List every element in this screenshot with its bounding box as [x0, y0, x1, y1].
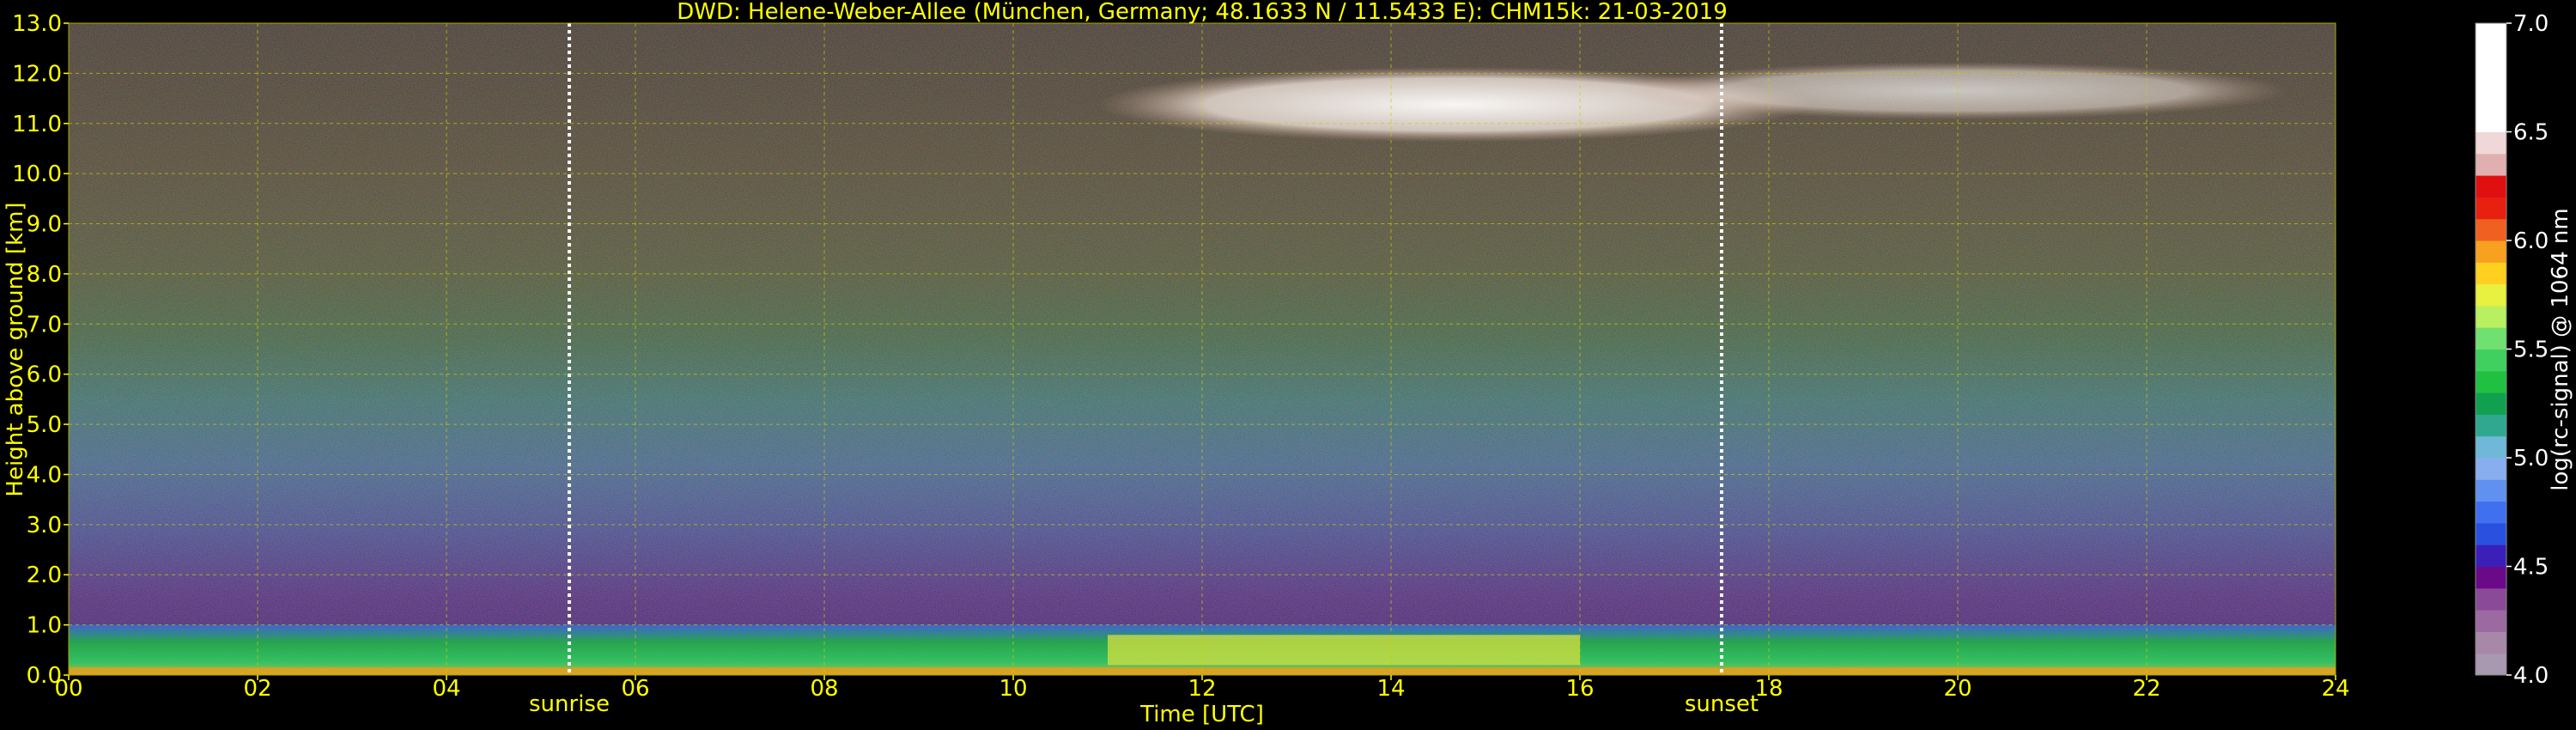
colorbar-segment — [2476, 544, 2506, 567]
y-tick-label: 3.0 — [27, 513, 62, 538]
x-tick-label: 10 — [999, 676, 1027, 702]
x-tick-label: 06 — [621, 676, 649, 702]
colorbar-segment — [2476, 501, 2506, 524]
x-tick-label: 16 — [1565, 676, 1594, 702]
colorbar-segment — [2476, 522, 2506, 545]
y-tick-label: 4.0 — [27, 462, 62, 488]
colorbar-tick-label: 6.0 — [2513, 228, 2549, 254]
colorbar-segment — [2476, 305, 2506, 328]
colorbar-segment — [2476, 610, 2506, 632]
colorbar-segment — [2476, 131, 2506, 155]
colorbar-segment — [2476, 370, 2506, 393]
colorbar-tick-label: 5.0 — [2513, 446, 2549, 471]
colorbar-segment — [2476, 435, 2506, 459]
x-tick-label: 24 — [2321, 676, 2349, 702]
colorbar-segment — [2476, 349, 2506, 372]
colorbar-segment — [2476, 218, 2506, 241]
colorbar-segment — [2476, 631, 2506, 654]
plot-area — [68, 22, 2336, 676]
x-tick-label: 12 — [1188, 676, 1216, 702]
colorbar-segment — [2476, 197, 2506, 220]
colorbar-tick-label: 7.0 — [2513, 11, 2549, 37]
y-tick-label: 9.0 — [27, 212, 62, 238]
colorbar-segment — [2476, 240, 2506, 263]
y-tick-label: 12.0 — [12, 61, 62, 87]
colorbar-segment — [2476, 45, 2506, 68]
x-axis-label: Time [UTC] — [1139, 702, 1264, 727]
x-tick-label: 22 — [2132, 676, 2160, 702]
colorbar-segment — [2476, 653, 2506, 676]
colorbar-segment — [2476, 414, 2506, 437]
colorbar-segment — [2476, 566, 2506, 589]
chart-title: DWD: Helene-Weber-Allee (München, German… — [677, 0, 1728, 25]
y-tick-label: 5.0 — [27, 412, 62, 438]
colorbar-segment — [2476, 23, 2506, 46]
y-tick-label: 8.0 — [27, 262, 62, 288]
y-tick-label: 7.0 — [27, 312, 62, 338]
colorbar-segment — [2476, 88, 2506, 111]
y-tick-label: 1.0 — [27, 613, 62, 639]
feature-boundary-layer-core — [1108, 635, 1580, 666]
x-tick-label: 20 — [1943, 676, 1971, 702]
x-tick-label: 18 — [1754, 676, 1783, 702]
colorbar-segment — [2476, 458, 2506, 480]
y-tick-label: 0.0 — [27, 663, 62, 689]
colorbar-segment — [2476, 66, 2506, 89]
colorbar-label: log(rc-signal) @ 1064 nm — [2548, 208, 2573, 490]
y-tick-label: 11.0 — [12, 112, 62, 137]
colorbar-tick-label: 4.0 — [2513, 663, 2549, 689]
colorbar-tick-label: 4.5 — [2513, 555, 2549, 581]
colorbar-segment — [2476, 153, 2506, 176]
colorbar-segment — [2476, 110, 2506, 132]
x-tick-label: 04 — [432, 676, 460, 702]
feature-cirrus-cloud-tail — [1621, 61, 2288, 120]
y-tick-label: 13.0 — [12, 11, 62, 37]
x-tick-label: 14 — [1376, 676, 1405, 702]
colorbar-segment — [2476, 392, 2506, 415]
y-tick-label: 10.0 — [12, 161, 62, 187]
sunset-label: sunset — [1685, 691, 1759, 717]
colorbar-tick-label: 6.5 — [2513, 120, 2549, 146]
colorbar-segment — [2476, 175, 2506, 198]
ceilometer-chart: 00 02 04 06 08 10 12 14 16 18 20 22 24 0.01.02.03.04… — [3, 0, 2573, 727]
y-tick-label: 2.0 — [27, 563, 62, 588]
colorbar-tick-label: 5.5 — [2513, 338, 2549, 363]
x-tick-label: 02 — [243, 676, 271, 702]
colorbar-segment — [2476, 262, 2506, 285]
colorbar-segment — [2476, 587, 2506, 611]
x-tick-label: 08 — [810, 676, 838, 702]
y-axis-label: Height above ground [km] — [3, 202, 28, 496]
sunrise-label: sunrise — [529, 691, 610, 717]
y-tick-label: 6.0 — [27, 362, 62, 388]
x-axis: 00 02 04 06 08 10 12 14 16 18 20 22 24 — [54, 675, 2350, 702]
colorbar: 4.0 4.5 5.0 5.5 6.0 6.5 7.0 — [2475, 11, 2549, 689]
colorbar-segment — [2476, 479, 2506, 502]
colorbar-segment — [2476, 327, 2506, 350]
colorbar-segment — [2476, 283, 2506, 307]
